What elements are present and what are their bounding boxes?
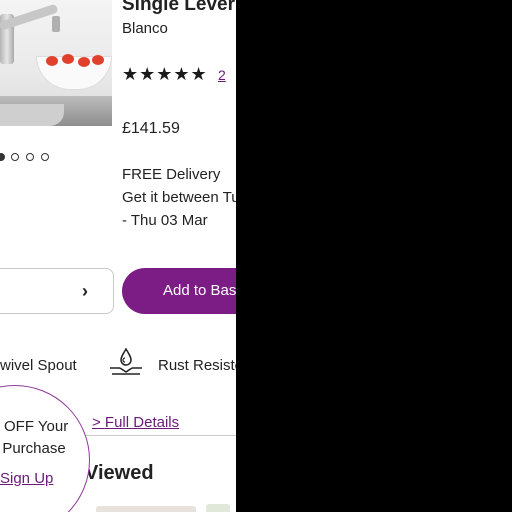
- tomato-graphic: [92, 55, 104, 65]
- recently-viewed-thumbnail[interactable]: [96, 506, 196, 512]
- sink-graphic: [0, 104, 64, 126]
- delivery-label: FREE Delivery: [122, 166, 221, 183]
- full-details-link[interactable]: > Full Details: [92, 414, 179, 431]
- faucet-tip-graphic: [52, 16, 60, 32]
- carousel-dot[interactable]: [41, 153, 49, 161]
- star-rating-icon: ★★★★★: [122, 64, 208, 84]
- quantity-selector[interactable]: [0, 268, 114, 314]
- recently-viewed-title: Viewed: [85, 462, 154, 484]
- carousel-dot[interactable]: [26, 153, 34, 161]
- product-image[interactable]: [0, 0, 112, 126]
- carousel-dot[interactable]: [0, 153, 5, 161]
- tomato-graphic: [62, 54, 74, 64]
- product-brand[interactable]: Blanco: [122, 20, 168, 37]
- promo-offer-text: OFF Your: [4, 418, 69, 435]
- product-price: £141.59: [122, 120, 180, 137]
- recently-viewed-thumbnail[interactable]: [206, 504, 230, 512]
- water-drop-icon: [110, 347, 142, 375]
- sign-up-link[interactable]: Sign Up: [0, 470, 53, 487]
- chevron-right-icon[interactable]: ›: [82, 281, 88, 302]
- delivery-date: - Thu 03 Mar: [122, 212, 208, 229]
- add-to-basket-label: Add to Bas: [163, 282, 236, 299]
- review-count-link[interactable]: 2: [218, 67, 226, 83]
- product-title: Single Lever: [122, 0, 235, 15]
- promo-offer-text: t Purchase: [0, 440, 66, 457]
- carousel-dot[interactable]: [11, 153, 19, 161]
- feature-rust-resistant: Rust Resisto: [158, 357, 236, 374]
- tomato-graphic: [78, 57, 90, 67]
- delivery-window: Get it between Tu: [122, 189, 236, 206]
- feature-swivel-spout: wivel Spout: [0, 357, 77, 374]
- tomato-graphic: [46, 56, 58, 66]
- product-page: Single Lever Blanco ★★★★★ 2 £141.59 FREE…: [0, 0, 236, 512]
